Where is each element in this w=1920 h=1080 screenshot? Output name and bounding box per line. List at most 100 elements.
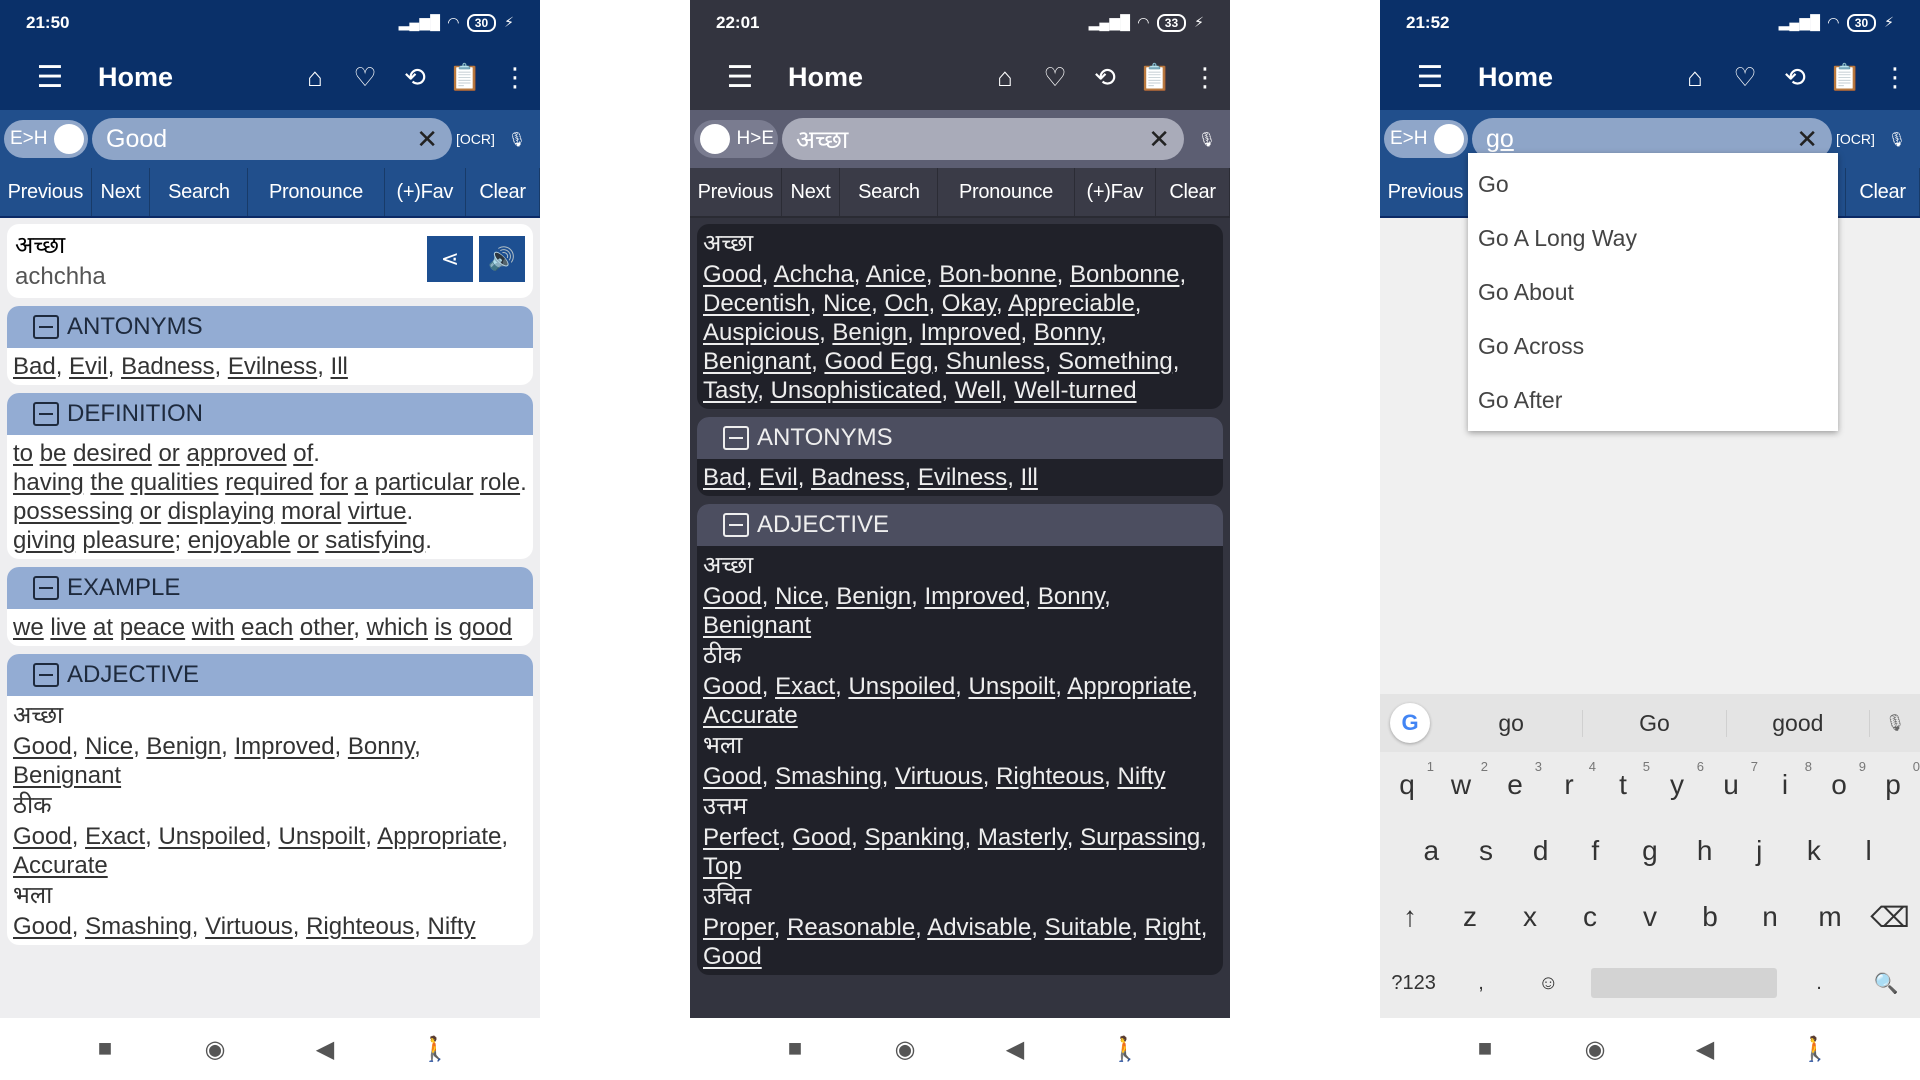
word-link[interactable]: Smashing <box>775 763 882 790</box>
word-link[interactable]: Badness <box>121 353 214 380</box>
section-header[interactable]: DEFINITION <box>7 393 533 435</box>
clear-x-icon[interactable]: ✕ <box>416 124 438 155</box>
word-link[interactable]: Appropriate <box>1067 673 1191 700</box>
word-link[interactable]: Exact <box>85 823 145 850</box>
keyboard-suggestion[interactable]: Go <box>1583 709 1727 737</box>
word-link[interactable]: the <box>90 469 123 496</box>
key-d[interactable]: d <box>1516 835 1566 867</box>
word-link[interactable]: Good <box>703 583 762 610</box>
word-link[interactable]: enjoyable <box>188 527 291 554</box>
clipboard-icon[interactable]: 📋 <box>1130 62 1180 93</box>
word-link[interactable]: Improved <box>235 733 335 760</box>
hamburger-menu-icon[interactable]: ☰ <box>1380 60 1480 95</box>
word-link[interactable]: be <box>40 440 67 467</box>
more-vert-icon[interactable]: ⋮ <box>1870 62 1920 93</box>
button-search[interactable]: Search <box>150 168 249 216</box>
word-link[interactable]: Appropriate <box>377 823 501 850</box>
word-link[interactable]: Virtuous <box>205 913 293 940</box>
button-previous[interactable]: Previous <box>690 168 782 216</box>
recents-square-icon[interactable]: ■ <box>740 1035 850 1063</box>
button-fav[interactable]: (+)Fav <box>1075 168 1157 216</box>
recents-square-icon[interactable]: ■ <box>50 1035 160 1063</box>
section-header[interactable]: ADJECTIVE <box>697 504 1223 546</box>
keyboard-suggestion[interactable]: go <box>1440 709 1584 737</box>
word-link[interactable]: qualities <box>130 469 218 496</box>
language-toggle[interactable]: H>E <box>694 120 778 158</box>
section-header[interactable]: ANTONYMS <box>7 306 533 348</box>
emoji-icon[interactable]: ☺ <box>1523 972 1573 995</box>
key-u[interactable]: u7 <box>1706 759 1758 801</box>
speaker-icon[interactable]: 🔊 <box>479 236 525 282</box>
word-link[interactable]: Ill <box>1021 464 1038 491</box>
word-link[interactable]: to <box>13 440 33 467</box>
word-link[interactable]: Proper <box>703 914 774 941</box>
word-link[interactable]: Unspoilt <box>279 823 366 850</box>
clipboard-icon[interactable]: 📋 <box>440 62 490 93</box>
search-key-icon[interactable]: 🔍 <box>1861 971 1911 996</box>
word-link[interactable]: Well <box>955 377 1001 404</box>
word-link[interactable]: approved <box>186 440 286 467</box>
word-link[interactable]: Benignant <box>703 348 811 375</box>
word-link[interactable]: Perfect <box>703 824 779 851</box>
microphone-icon[interactable]: 🎙 <box>1188 131 1226 148</box>
collapse-minus-icon[interactable] <box>723 513 749 537</box>
home-circle-icon[interactable]: ◉ <box>850 1035 960 1064</box>
word-link[interactable]: Good <box>13 733 72 760</box>
heart-icon[interactable]: ♡ <box>1030 62 1080 93</box>
button-next[interactable]: Next <box>782 168 841 216</box>
word-link[interactable]: Good Egg <box>824 348 932 375</box>
hamburger-menu-icon[interactable]: ☰ <box>690 60 790 95</box>
home-circle-icon[interactable]: ◉ <box>1540 1035 1650 1064</box>
word-link[interactable]: Good <box>703 763 762 790</box>
word-link[interactable]: Unsophisticated <box>771 377 942 404</box>
word-link[interactable]: or <box>297 527 318 554</box>
word-link[interactable]: giving <box>13 527 76 554</box>
word-link[interactable]: Right <box>1145 914 1201 941</box>
word-link[interactable]: Improved <box>920 319 1020 346</box>
word-link[interactable]: each <box>241 614 293 641</box>
shift-icon[interactable]: ↑ <box>1385 901 1435 933</box>
key-a[interactable]: a <box>1406 835 1456 867</box>
word-link[interactable]: displaying <box>168 498 275 525</box>
word-link[interactable]: Appreciable <box>1008 290 1135 317</box>
key-w[interactable]: w2 <box>1436 759 1488 801</box>
back-triangle-icon[interactable]: ◀ <box>1650 1035 1760 1064</box>
key-q[interactable]: q1 <box>1382 759 1434 801</box>
word-link[interactable]: required <box>225 469 313 496</box>
back-triangle-icon[interactable]: ◀ <box>960 1035 1070 1064</box>
button-previous[interactable]: Previous <box>0 168 92 216</box>
key-g[interactable]: g <box>1625 835 1675 867</box>
button-pronounce[interactable]: Pronounce <box>938 168 1075 216</box>
word-link[interactable]: live <box>50 614 86 641</box>
word-link[interactable]: Och <box>884 290 928 317</box>
home-icon[interactable]: ⌂ <box>290 62 340 93</box>
word-link[interactable]: Achcha <box>774 261 854 288</box>
button-clear[interactable]: Clear <box>466 168 540 216</box>
comma-key[interactable]: , <box>1456 972 1506 995</box>
word-link[interactable]: or <box>140 498 161 525</box>
word-link[interactable]: Accurate <box>703 702 798 729</box>
collapse-minus-icon[interactable] <box>33 576 59 600</box>
word-link[interactable]: Bonny <box>1038 583 1104 610</box>
word-link[interactable]: we <box>13 614 44 641</box>
autocomplete-item[interactable]: Go About <box>1468 265 1838 319</box>
word-link[interactable]: Benign <box>836 583 911 610</box>
word-link[interactable]: Bon-bonne <box>939 261 1056 288</box>
word-link[interactable]: Suitable <box>1045 914 1132 941</box>
word-link[interactable]: Benign <box>146 733 221 760</box>
microphone-icon[interactable]: 🎙 <box>1878 131 1916 148</box>
word-link[interactable]: having <box>13 469 84 496</box>
key-m[interactable]: m <box>1805 901 1855 933</box>
word-link[interactable]: peace <box>120 614 185 641</box>
word-link[interactable]: Okay <box>942 290 996 317</box>
collapse-minus-icon[interactable] <box>33 315 59 339</box>
section-header[interactable]: ADJECTIVE <box>7 654 533 696</box>
key-o[interactable]: o9 <box>1814 759 1866 801</box>
language-toggle[interactable]: E>H <box>1384 120 1468 158</box>
symbols-key[interactable]: ?123 <box>1389 972 1439 995</box>
word-link[interactable]: Nifty <box>1118 763 1166 790</box>
word-link[interactable]: Masterly <box>978 824 1067 851</box>
key-j[interactable]: j <box>1734 835 1784 867</box>
accessibility-icon[interactable]: 🚶 <box>1760 1035 1870 1064</box>
word-link[interactable]: Exact <box>775 673 835 700</box>
